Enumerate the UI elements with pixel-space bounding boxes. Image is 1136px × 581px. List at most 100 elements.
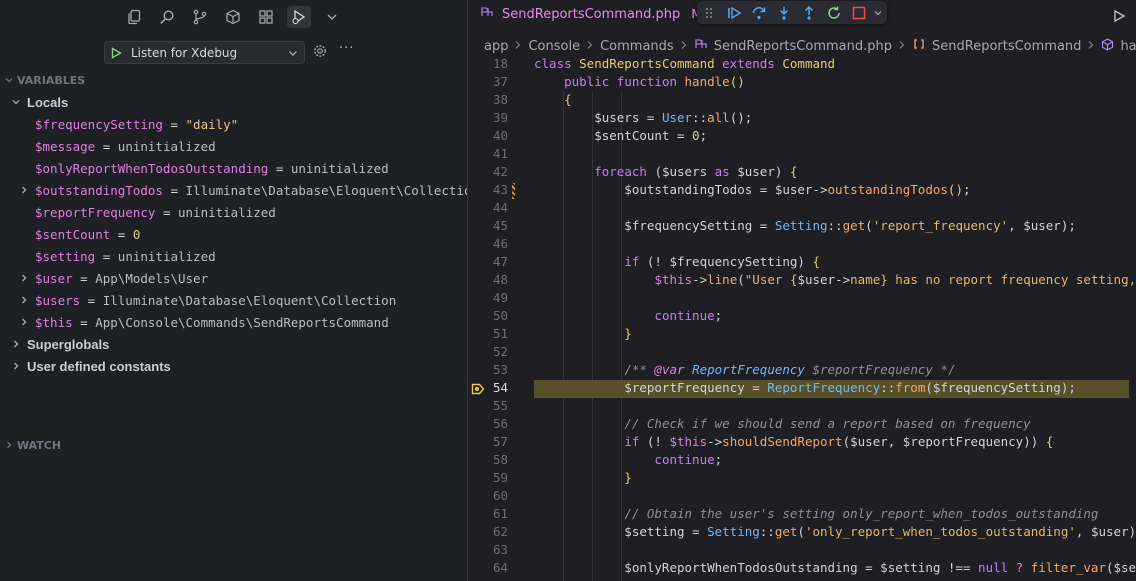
code-line[interactable]: 61 // Obtain the user's setting only_rep… xyxy=(468,506,1136,524)
code-text: if (! $this->shouldSendReport($user, $re… xyxy=(534,434,1053,449)
code-line[interactable]: 60 xyxy=(468,488,1136,506)
variable-group-label: Locals xyxy=(27,94,69,110)
code-line[interactable]: 44 xyxy=(468,200,1136,218)
code-line[interactable]: 41 xyxy=(468,146,1136,164)
chevron-down-icon xyxy=(282,47,304,59)
line-number: 49 xyxy=(492,290,508,305)
variable-group[interactable]: Locals xyxy=(0,91,467,113)
search-icon[interactable] xyxy=(155,6,179,28)
variable-row[interactable]: $frequencySetting = "daily" xyxy=(0,113,467,135)
code-line[interactable]: 64 $onlyReportWhenTodosOutstanding = $se… xyxy=(468,560,1136,578)
variable-name: $reportFrequency xyxy=(35,204,156,220)
variable-row[interactable]: $user = App\Models\User xyxy=(0,267,467,289)
variable-entry: $message = uninitialized xyxy=(35,139,216,154)
variable-row[interactable]: $message = uninitialized xyxy=(0,135,467,157)
variable-group[interactable]: User defined constants xyxy=(0,355,467,377)
code-token: { xyxy=(534,92,572,107)
code-line[interactable]: 48 $this->line("User {$user->name} has n… xyxy=(468,272,1136,290)
run-file-icon[interactable] xyxy=(1112,9,1126,27)
breadcrumb-item[interactable]: SendReportsCommand xyxy=(932,39,1081,54)
code-line[interactable]: 51 } xyxy=(468,326,1136,344)
code-line[interactable]: 56 // Check if we should send a report b… xyxy=(468,416,1136,434)
start-debugging-icon[interactable] xyxy=(105,46,127,59)
code-token: $reportFrequency */ xyxy=(812,362,956,377)
code-line[interactable]: 38 { xyxy=(468,92,1136,110)
variable-row[interactable]: $users = Illuminate\Database\Eloquent\Co… xyxy=(0,289,467,311)
code-line[interactable]: 18 class SendReportsCommand extends Comma… xyxy=(468,56,1136,74)
code-line[interactable]: 47 if (! $frequencySetting) { xyxy=(468,254,1136,272)
package-icon[interactable] xyxy=(221,6,245,28)
code-token: -> xyxy=(692,272,708,287)
variables-section-header[interactable]: VARIABLES xyxy=(0,70,467,90)
launch-config-select[interactable]: Listen for Xdebug xyxy=(104,41,305,64)
code-line[interactable]: 46 xyxy=(468,236,1136,254)
step-out-icon[interactable] xyxy=(801,4,818,22)
breadcrumb-item[interactable]: SendReportsCommand.php xyxy=(714,39,892,54)
step-into-icon[interactable] xyxy=(775,4,792,22)
code-line[interactable]: 55 xyxy=(468,398,1136,416)
code-text: $frequencySetting = Setting::get('report… xyxy=(534,218,1076,233)
variable-name: $users xyxy=(35,292,81,308)
more-actions-icon[interactable]: ··· xyxy=(339,41,354,56)
code-token: :: xyxy=(827,218,843,233)
breadcrumb-item[interactable]: handle xyxy=(1120,39,1136,54)
variable-entry: $reportFrequency = uninitialized xyxy=(35,205,276,220)
breadcrumb-item[interactable]: app xyxy=(484,39,508,54)
continue-icon[interactable] xyxy=(725,4,742,22)
restart-icon[interactable] xyxy=(826,4,843,22)
code-area[interactable]: 18 class SendReportsCommand extends Comma… xyxy=(468,56,1136,581)
variable-row[interactable]: $this = App\Console\Commands\SendReports… xyxy=(0,311,467,333)
code-line[interactable]: 37 public function handle() xyxy=(468,74,1136,92)
step-over-icon[interactable] xyxy=(750,4,767,22)
code-line[interactable]: 39 $users = User::all(); xyxy=(468,110,1136,128)
variable-row[interactable]: $setting = uninitialized xyxy=(0,245,467,267)
code-line[interactable]: 50 continue; xyxy=(468,308,1136,326)
variable-row[interactable]: $onlyReportWhenTodosOutstanding = uninit… xyxy=(0,157,467,179)
explorer-icon[interactable] xyxy=(122,6,146,28)
source-control-icon[interactable] xyxy=(188,6,212,28)
code-token: ($frequencySetting); xyxy=(925,380,1076,395)
code-line[interactable]: 52 xyxy=(468,344,1136,362)
code-line[interactable]: 59 } xyxy=(468,470,1136,488)
variable-equals: = xyxy=(162,116,186,132)
code-token: $user) xyxy=(737,164,790,179)
breadcrumb-item[interactable]: Console xyxy=(528,39,580,54)
variable-group[interactable]: Superglobals xyxy=(0,333,467,355)
stop-icon[interactable] xyxy=(851,4,868,22)
code-line[interactable]: 40 $sentCount = 0; xyxy=(468,128,1136,146)
code-token: User xyxy=(661,110,693,125)
code-line[interactable]: 62 $setting = Setting::get('only_report_… xyxy=(468,524,1136,542)
code-line[interactable]: 63 xyxy=(468,542,1136,560)
code-token: $this xyxy=(654,272,693,287)
code-text: } xyxy=(534,326,632,341)
code-line[interactable]: 43 $outstandingTodos = $user->outstandin… xyxy=(468,182,1136,200)
code-line[interactable]: 58 continue; xyxy=(468,452,1136,470)
gear-icon[interactable] xyxy=(313,44,327,62)
code-line[interactable]: 53 /** @var ReportFrequency $reportFrequ… xyxy=(468,362,1136,380)
code-line[interactable]: 42 foreach ($users as $user) { xyxy=(468,164,1136,182)
extensions-icon[interactable] xyxy=(254,6,278,28)
code-token: ReportFrequency xyxy=(767,380,881,395)
run-debug-icon[interactable] xyxy=(287,6,311,28)
tab-bar: SendReportsCommand.php M xyxy=(468,0,1136,34)
editor-tab[interactable]: SendReportsCommand.php M xyxy=(480,6,702,22)
code-line[interactable]: 57 if (! $this->shouldSendReport($user, … xyxy=(468,434,1136,452)
variable-row[interactable]: $outstandingTodos = Illuminate\Database\… xyxy=(0,179,467,201)
code-token: // Check if we should send a report base… xyxy=(624,416,1031,431)
breadcrumb-item[interactable]: Commands xyxy=(600,39,674,54)
variable-name: $user xyxy=(35,270,73,286)
code-line[interactable]: 49 xyxy=(468,290,1136,308)
code-line[interactable]: 45 $frequencySetting = Setting::get('rep… xyxy=(468,218,1136,236)
drag-handle-icon[interactable] xyxy=(700,4,717,22)
watch-section-header[interactable]: WATCH xyxy=(0,435,467,455)
variable-row[interactable]: $sentCount = 0 xyxy=(0,223,467,245)
code-token: ; xyxy=(714,452,723,467)
variable-row[interactable]: $reportFrequency = uninitialized xyxy=(0,201,467,223)
chevron-down-icon[interactable] xyxy=(320,6,344,28)
line-number: 42 xyxy=(492,164,508,179)
current-line[interactable]: 54 $reportFrequency = ReportFrequency::f… xyxy=(468,380,1136,398)
chevron-down-icon[interactable] xyxy=(870,4,887,22)
